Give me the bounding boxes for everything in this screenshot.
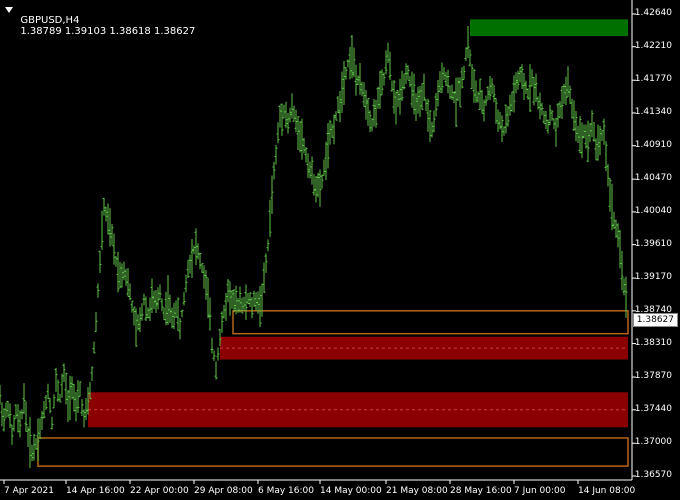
y-tick-label: 1.37000	[634, 437, 672, 448]
chevron-down-icon[interactable]	[5, 7, 13, 13]
x-tick-label: 29 Apr 08:00	[194, 486, 253, 496]
y-tick-label: 1.40470	[634, 173, 672, 184]
x-tick-label: 28 May 16:00	[450, 486, 512, 496]
price-chart[interactable]	[0, 0, 680, 500]
y-tick-label: 1.39610	[634, 238, 672, 249]
y-tick-label: 1.39170	[634, 272, 672, 283]
x-tick-label: 14 Apr 16:00	[66, 486, 125, 496]
y-tick-label: 1.40040	[634, 205, 672, 216]
y-tick-label: 1.40910	[634, 139, 672, 150]
y-tick-label: 1.38310	[634, 337, 672, 348]
y-tick-label: 1.41770	[634, 74, 672, 85]
x-tick-label: 14 May 00:00	[320, 486, 382, 496]
symbol-label: GBPUSD,H4	[20, 15, 80, 26]
ohlc-readout: 1.38789 1.39103 1.38618 1.38627	[20, 26, 196, 37]
y-tick-label: 1.36570	[634, 470, 672, 480]
y-tick-label: 1.42640	[634, 8, 672, 18]
y-tick-label: 1.37870	[634, 371, 672, 382]
x-tick-label: 22 Apr 00:00	[130, 486, 189, 496]
x-tick-label: 6 May 16:00	[258, 486, 314, 496]
y-tick-label: 1.41340	[634, 106, 672, 117]
x-tick-label: 7 Apr 2021	[4, 486, 54, 496]
current-price-tag: 1.38627	[632, 313, 678, 327]
x-tick-label: 21 May 08:00	[386, 486, 448, 496]
y-tick-label: 1.37440	[634, 403, 672, 414]
x-tick-label: 14 Jun 08:00	[578, 486, 636, 496]
chart-title: GBPUSD,H4 1.38789 1.39103 1.38618 1.3862…	[14, 4, 195, 37]
y-tick-label: 1.42210	[634, 40, 672, 51]
supply-zone[interactable]	[470, 19, 628, 37]
x-tick-label: 7 Jun 00:00	[514, 486, 566, 496]
